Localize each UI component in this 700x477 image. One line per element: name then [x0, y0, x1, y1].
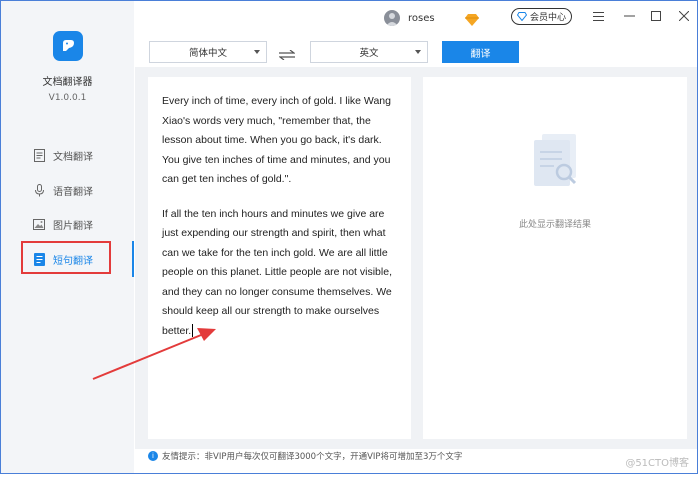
sidebar-item-label: 文档翻译 [53, 151, 93, 163]
empty-result-icon [528, 132, 584, 196]
annotation-highlight-box [21, 241, 111, 274]
translate-button[interactable]: 翻译 [442, 41, 519, 63]
text-cursor [192, 324, 194, 338]
minimize-icon[interactable] [621, 8, 637, 24]
vip-diamond-icon [516, 12, 527, 21]
source-text[interactable]: Every inch of time, every inch of gold. … [162, 92, 402, 356]
chevron-down-icon [254, 50, 260, 54]
diamond-icon[interactable] [465, 11, 479, 30]
footer-tip-text: 友情提示：非VIP用户每次仅可翻译3000个文字，开通VIP将可增加至3万个文字 [162, 452, 463, 462]
translation-output-panel: 此处显示翻译结果 [423, 77, 687, 439]
output-placeholder: 此处显示翻译结果 [518, 220, 591, 230]
microphone-icon [33, 183, 45, 197]
document-icon [33, 148, 45, 162]
source-paragraph-with-cursor: If all the ten inch hours and minutes we… [162, 205, 402, 342]
footer-tip: i 友情提示：非VIP用户每次仅可翻译3000个文字，开通VIP将可增加至3万个… [148, 450, 462, 462]
target-language-value: 英文 [359, 48, 379, 59]
target-language-select[interactable]: 英文 [310, 41, 428, 63]
app-version: V1.0.0.1 [48, 93, 87, 103]
vip-center-button[interactable]: 会员中心 [511, 8, 572, 25]
source-text-input[interactable]: Every inch of time, every inch of gold. … [148, 77, 411, 439]
user-name: roses [408, 12, 435, 24]
close-icon[interactable] [676, 8, 692, 24]
sidebar-item-image-translate[interactable]: 图片翻译 [33, 214, 93, 234]
avatar [384, 10, 400, 26]
sidebar-item-label: 图片翻译 [53, 220, 93, 232]
menu-icon[interactable] [590, 8, 606, 24]
image-icon [33, 217, 45, 231]
app-name: 文档翻译器 [42, 77, 93, 88]
vip-center-label: 会员中心 [529, 13, 566, 23]
maximize-icon[interactable] [648, 8, 664, 24]
watermark: @51CTO博客 [625, 458, 689, 469]
app-logo-icon [53, 31, 83, 61]
swap-languages-icon[interactable] [278, 45, 296, 64]
info-icon: i [148, 451, 158, 461]
sidebar-item-label: 语音翻译 [53, 186, 93, 198]
sidebar-item-voice-translate[interactable]: 语音翻译 [33, 180, 93, 200]
active-indicator [132, 241, 134, 277]
sidebar: 文档翻译器 V1.0.0.1 文档翻译 语音翻译 图片翻译 短句翻译 [1, 1, 134, 473]
user-info[interactable]: roses [384, 10, 435, 26]
app-window: 文档翻译器 V1.0.0.1 文档翻译 语音翻译 图片翻译 短句翻译 roses… [0, 0, 698, 474]
source-paragraph: If all the ten inch hours and minutes we… [162, 207, 392, 337]
source-paragraph: Every inch of time, every inch of gold. … [162, 95, 391, 185]
sidebar-item-document-translate[interactable]: 文档翻译 [33, 145, 93, 165]
source-language-value: 简体中文 [188, 48, 227, 59]
chevron-down-icon [415, 50, 421, 54]
source-language-select[interactable]: 简体中文 [149, 41, 267, 63]
